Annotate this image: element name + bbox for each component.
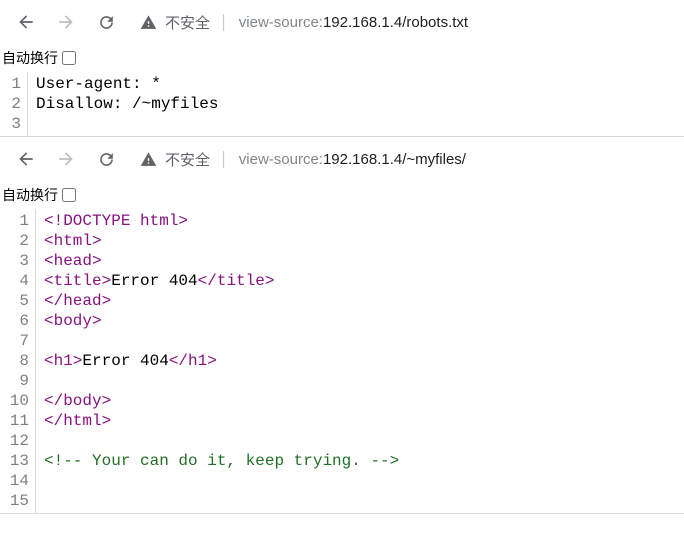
reload-icon xyxy=(97,150,116,169)
line-wrap-label: 自动换行 xyxy=(2,185,58,205)
code-line xyxy=(44,331,399,351)
line-number-gutter: 123 xyxy=(0,72,28,136)
toolbar: 不安全 │ view-source:192.168.1.4/robots.txt xyxy=(0,0,684,44)
code-line xyxy=(44,371,399,391)
line-wrap-checkbox[interactable] xyxy=(62,51,76,65)
code-line: Disallow: /~myfiles xyxy=(36,94,218,114)
source-view: 123 User-agent: *Disallow: /~myfiles xyxy=(0,72,684,136)
code-line: <h1>Error 404</h1> xyxy=(44,351,399,371)
source-code[interactable]: <!DOCTYPE html><html><head><title>Error … xyxy=(36,209,403,513)
browser-pane-2: 不安全 │ view-source:192.168.1.4/~myfiles/ … xyxy=(0,137,684,514)
forward-button[interactable] xyxy=(48,141,84,177)
source-view: 123456789101112131415 <!DOCTYPE html><ht… xyxy=(0,209,684,513)
reload-button[interactable] xyxy=(88,4,124,40)
back-button[interactable] xyxy=(8,4,44,40)
line-wrap-checkbox[interactable] xyxy=(62,188,76,202)
code-line: <head> xyxy=(44,251,399,271)
back-button[interactable] xyxy=(8,141,44,177)
code-line xyxy=(44,491,399,511)
line-number-gutter: 123456789101112131415 xyxy=(0,209,36,513)
code-line: <title>Error 404</title> xyxy=(44,271,399,291)
line-wrap-row: 自动换行 xyxy=(0,181,684,209)
address-bar[interactable]: 不安全 │ view-source:192.168.1.4/robots.txt xyxy=(130,8,676,37)
url-text: view-source:192.168.1.4/~myfiles/ xyxy=(239,151,466,168)
arrow-right-icon xyxy=(56,12,76,32)
reload-icon xyxy=(97,13,116,32)
toolbar: 不安全 │ view-source:192.168.1.4/~myfiles/ xyxy=(0,137,684,181)
arrow-left-icon xyxy=(16,149,36,169)
line-wrap-label: 自动换行 xyxy=(2,48,58,68)
code-line: </html> xyxy=(44,411,399,431)
source-code[interactable]: User-agent: *Disallow: /~myfiles xyxy=(28,72,222,136)
code-line xyxy=(44,471,399,491)
code-line: <!-- Your can do it, keep trying. --> xyxy=(44,451,399,471)
code-line: </head> xyxy=(44,291,399,311)
forward-button[interactable] xyxy=(48,4,84,40)
warning-icon xyxy=(140,151,157,168)
address-separator: │ xyxy=(220,151,229,167)
code-line: <body> xyxy=(44,311,399,331)
code-line: User-agent: * xyxy=(36,74,218,94)
insecure-label: 不安全 xyxy=(165,12,210,33)
code-line xyxy=(44,431,399,451)
code-line: <html> xyxy=(44,231,399,251)
reload-button[interactable] xyxy=(88,141,124,177)
url-text: view-source:192.168.1.4/robots.txt xyxy=(239,14,468,31)
arrow-right-icon xyxy=(56,149,76,169)
address-separator: │ xyxy=(220,14,229,30)
browser-pane-1: 不安全 │ view-source:192.168.1.4/robots.txt… xyxy=(0,0,684,137)
insecure-label: 不安全 xyxy=(165,149,210,170)
address-bar[interactable]: 不安全 │ view-source:192.168.1.4/~myfiles/ xyxy=(130,145,676,174)
code-line: </body> xyxy=(44,391,399,411)
arrow-left-icon xyxy=(16,12,36,32)
code-line: <!DOCTYPE html> xyxy=(44,211,399,231)
warning-icon xyxy=(140,14,157,31)
line-wrap-row: 自动换行 xyxy=(0,44,684,72)
